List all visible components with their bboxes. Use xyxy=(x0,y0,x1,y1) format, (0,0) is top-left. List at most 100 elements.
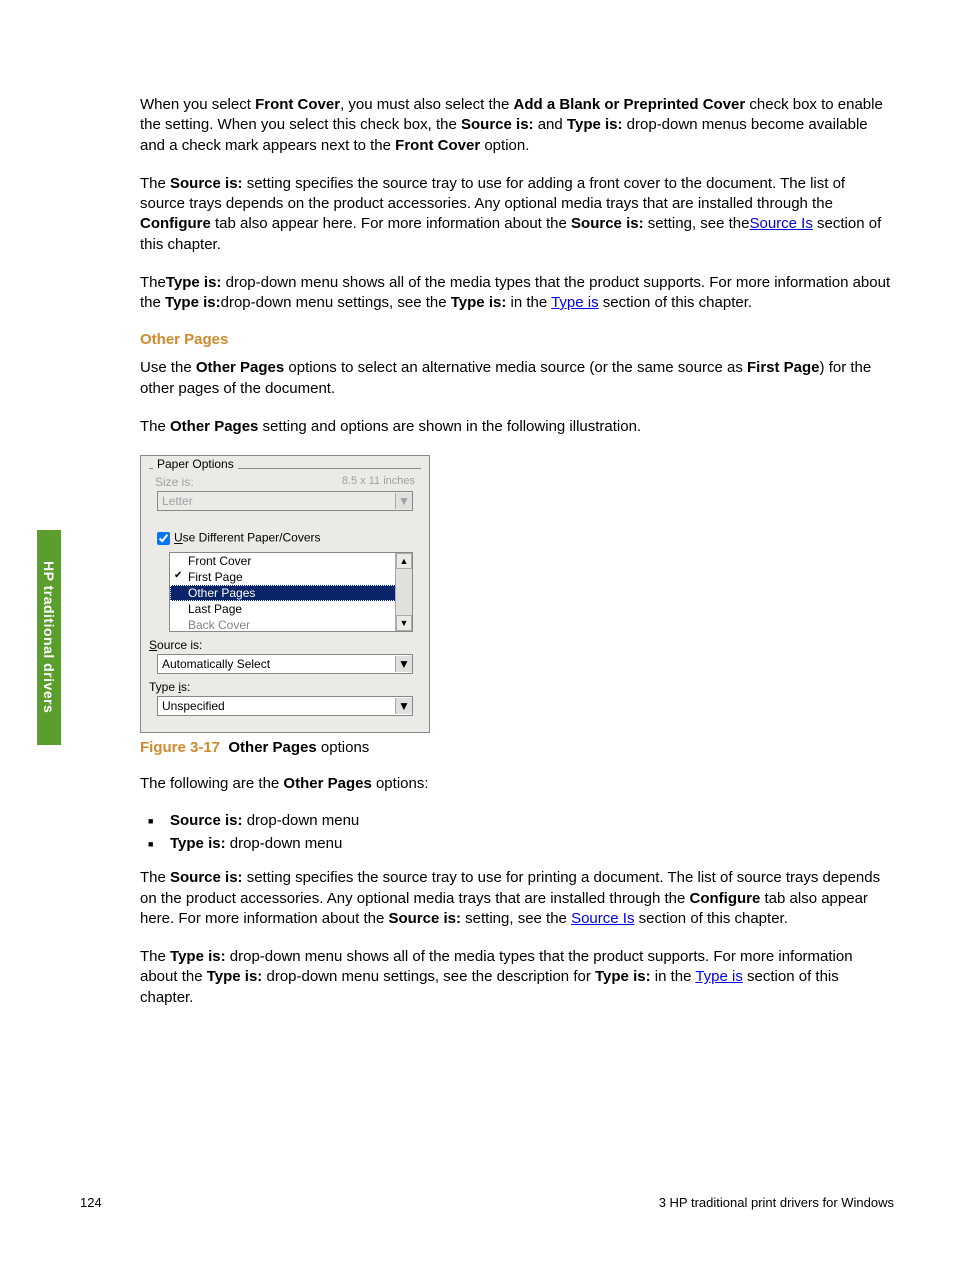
link-source-is[interactable]: Source Is xyxy=(749,215,812,232)
text: The xyxy=(140,418,170,435)
list-item-last-page[interactable]: Last Page xyxy=(170,601,412,617)
source-label: Source is: xyxy=(149,638,421,652)
paragraph-type-is-1: TheType is: drop-down menu shows all of … xyxy=(140,273,894,314)
text: section of this chapter. xyxy=(599,294,752,311)
text: Type xyxy=(149,680,178,694)
text: options: xyxy=(372,775,429,792)
text: in the xyxy=(651,968,696,985)
paragraph-other-pages-desc: Use the Other Pages options to select an… xyxy=(140,358,894,399)
source-select[interactable]: Automatically Select ▼ xyxy=(157,654,413,674)
page-number: 124 xyxy=(80,1195,102,1210)
chapter-title: 3 HP traditional print drivers for Windo… xyxy=(659,1195,894,1210)
text: in the xyxy=(506,294,551,311)
text: and xyxy=(534,116,567,133)
covers-listbox[interactable]: Front Cover First Page Other Pages Last … xyxy=(169,552,413,632)
text-bold: Front Cover xyxy=(395,137,480,154)
text: The xyxy=(140,175,170,192)
link-type-is[interactable]: Type is xyxy=(551,294,599,311)
dropdown-arrow-icon: ▼ xyxy=(395,493,412,509)
figure-title-bold: Other Pages xyxy=(228,739,316,756)
text-bold: Source is: xyxy=(461,116,534,133)
paragraph-options-intro: The following are the Other Pages option… xyxy=(140,774,894,794)
dropdown-arrow-icon[interactable]: ▼ xyxy=(395,656,412,672)
text: The xyxy=(140,274,166,291)
text: Use the xyxy=(140,359,196,376)
text-bold: Type is: xyxy=(170,948,226,965)
chk-label-u: U xyxy=(174,531,183,545)
text-bold: Type is: xyxy=(451,294,507,311)
text-bold: Source is: xyxy=(571,215,644,232)
text-bold: Type is: xyxy=(567,116,623,133)
text-bold: Source is: xyxy=(170,812,243,829)
paragraph-source-is-1: The Source is: setting specifies the sou… xyxy=(140,174,894,255)
source-value: Automatically Select xyxy=(162,657,270,671)
text: s: xyxy=(181,680,190,694)
chk-label-rest: se Different Paper/Covers xyxy=(183,531,321,545)
text: setting, see the xyxy=(644,215,750,232)
text: drop-down menu settings, see the descrip… xyxy=(262,968,595,985)
text-bold: Type is: xyxy=(595,968,651,985)
size-select: Letter ▼ xyxy=(157,491,413,511)
text-bold: Type is: xyxy=(166,274,222,291)
text: setting, see the xyxy=(461,910,571,927)
list-item-other-pages[interactable]: Other Pages xyxy=(170,585,412,601)
text-bold: Front Cover xyxy=(255,96,340,113)
text: tab also appear here. For more informati… xyxy=(211,215,571,232)
text-bold: Configure xyxy=(140,215,211,232)
size-value: Letter xyxy=(162,494,193,508)
list-item: Type is: drop-down menu xyxy=(170,835,894,852)
checkbox-input[interactable] xyxy=(157,532,170,545)
text-bold: Type is: xyxy=(165,294,221,311)
text-bold: First Page xyxy=(747,359,820,376)
scroll-up-icon[interactable]: ▲ xyxy=(396,553,412,569)
text: S xyxy=(149,638,157,652)
text: drop-down menu xyxy=(226,835,343,852)
text: drop-down menu settings, see the xyxy=(221,294,451,311)
text: setting and options are shown in the fol… xyxy=(258,418,641,435)
options-list: Source is: drop-down menu Type is: drop-… xyxy=(140,812,894,852)
text: section of this chapter. xyxy=(634,910,787,927)
text-bold: Other Pages xyxy=(196,359,284,376)
text-bold: Source is: xyxy=(170,175,243,192)
paper-options-dialog: Paper Options Size is: 8.5 x 11 inches L… xyxy=(140,455,430,733)
list-item-front-cover[interactable]: Front Cover xyxy=(170,553,412,569)
text-bold: Source is: xyxy=(388,910,461,927)
scroll-down-icon[interactable]: ▼ xyxy=(396,615,412,631)
figure-title-rest: options xyxy=(317,739,370,756)
size-label: Size is: xyxy=(155,475,194,489)
dropdown-arrow-icon[interactable]: ▼ xyxy=(395,698,412,714)
list-item: Source is: drop-down menu xyxy=(170,812,894,829)
size-hint: 8.5 x 11 inches xyxy=(342,475,415,489)
figure-number: Figure 3-17 xyxy=(140,739,220,756)
text-bold: Source is: xyxy=(170,869,243,886)
text: , you must also select the xyxy=(340,96,513,113)
listbox-scrollbar[interactable]: ▲ ▼ xyxy=(395,553,412,631)
link-source-is[interactable]: Source Is xyxy=(571,910,634,927)
paragraph-front-cover: When you select Front Cover, you must al… xyxy=(140,95,894,156)
paragraph-other-pages-intro: The Other Pages setting and options are … xyxy=(140,417,894,437)
type-label: Type is: xyxy=(149,680,421,694)
text-bold: Add a Blank or Preprinted Cover xyxy=(514,96,746,113)
text-bold: Other Pages xyxy=(170,418,258,435)
text-bold: Type is: xyxy=(170,835,226,852)
text-bold: Type is: xyxy=(207,968,263,985)
type-select[interactable]: Unspecified ▼ xyxy=(157,696,413,716)
list-item-first-page[interactable]: First Page xyxy=(170,569,412,585)
page-footer: 124 3 HP traditional print drivers for W… xyxy=(80,1195,894,1210)
text-bold: Other Pages xyxy=(283,775,371,792)
text: drop-down menu xyxy=(243,812,360,829)
text: The xyxy=(140,948,170,965)
use-different-paper-checkbox[interactable]: Use Different Paper/Covers xyxy=(153,529,421,548)
text: When you select xyxy=(140,96,255,113)
figure-caption: Figure 3-17 Other Pages options xyxy=(140,739,894,756)
type-value: Unspecified xyxy=(162,699,225,713)
text-bold: Configure xyxy=(690,890,761,907)
list-item-back-cover[interactable]: Back Cover xyxy=(170,617,412,632)
text: The xyxy=(140,869,170,886)
paragraph-source-is-2: The Source is: setting specifies the sou… xyxy=(140,868,894,929)
text: ource is: xyxy=(157,638,202,652)
text: setting specifies the source tray to use… xyxy=(140,175,845,212)
text: The following are the xyxy=(140,775,283,792)
link-type-is[interactable]: Type is xyxy=(695,968,743,985)
text: option. xyxy=(480,137,529,154)
